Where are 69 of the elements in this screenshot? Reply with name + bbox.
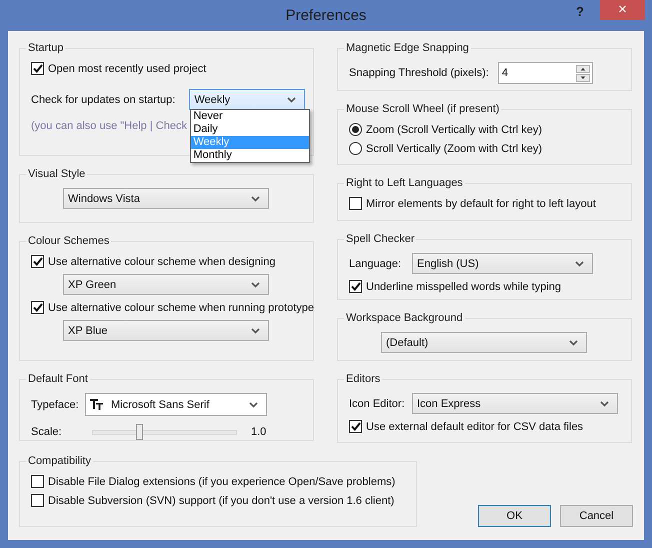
checkbox[interactable] <box>349 197 362 210</box>
checkbox[interactable] <box>349 280 362 293</box>
checkbox-label[interactable]: Underline misspelled words while typing <box>366 280 562 292</box>
field-label: Typeface: <box>31 398 80 410</box>
spin-up-button[interactable] <box>576 64 590 72</box>
dropdown[interactable]: Windows Vista <box>63 188 269 209</box>
checkbox-label[interactable]: Mirror elements by default for right to left layout <box>366 198 596 210</box>
checkbox[interactable] <box>349 420 362 433</box>
dropdown[interactable]: XP Green <box>63 274 269 295</box>
slider-value: 1.0 <box>251 426 266 438</box>
checkbox[interactable] <box>31 475 44 488</box>
chevron-down-icon <box>600 400 609 406</box>
checkbox[interactable] <box>31 62 44 75</box>
font-icon <box>90 399 103 410</box>
group-title: Workspace Background <box>345 312 464 324</box>
dialog-button[interactable]: Cancel <box>560 505 633 527</box>
dialog-button[interactable]: OK <box>478 505 551 527</box>
radio-button[interactable] <box>349 142 362 155</box>
dropdown[interactable]: Weekly <box>189 89 305 110</box>
dropdown[interactable]: Icon Express <box>412 393 618 414</box>
slider[interactable] <box>90 424 239 440</box>
chevron-down-icon <box>569 340 578 346</box>
dropdown-option[interactable]: Monthly <box>191 149 310 162</box>
chevron-down-icon <box>251 328 260 334</box>
spin-down-button[interactable] <box>576 74 590 82</box>
group-title: Visual Style <box>27 168 86 180</box>
field-label: Check for updates on startup: <box>31 94 176 106</box>
hint-text: (you can also use "Help | Check <box>31 120 187 132</box>
checkbox[interactable] <box>31 494 44 507</box>
dropdown[interactable]: (Default) <box>381 332 587 353</box>
window-title: Preferences <box>284 7 368 24</box>
group-title: Mouse Scroll Wheel (if present) <box>345 103 500 115</box>
field-label: Icon Editor: <box>349 398 406 410</box>
checkbox-label[interactable]: Open most recently used project <box>48 62 206 74</box>
group-title: Startup <box>27 42 64 54</box>
dropdown[interactable]: English (US) <box>412 253 593 274</box>
help-button[interactable]: ? <box>576 4 584 19</box>
checkbox-label[interactable]: Disable Subversion (SVN) support (if you don't use a version 1.6 client) <box>48 494 394 506</box>
group-title: Default Font <box>27 373 89 385</box>
field-label: Scale: <box>31 426 63 438</box>
checkbox-label[interactable]: Use alternative colour scheme when running prototype <box>48 302 314 314</box>
radio-button[interactable] <box>349 123 362 136</box>
dropdown-option[interactable]: Daily <box>191 123 310 136</box>
chevron-down-icon <box>249 402 258 408</box>
group-title: Spell Checker <box>345 233 416 245</box>
radio-label[interactable]: Scroll Vertically (Zoom with Ctrl key) <box>366 142 542 154</box>
checkbox[interactable] <box>31 255 44 268</box>
chevron-down-icon <box>287 96 296 102</box>
dropdown[interactable]: XP Blue <box>63 320 269 341</box>
dropdown[interactable]: Microsoft Sans Serif <box>85 393 267 416</box>
field-label: Language: <box>349 258 402 270</box>
chevron-down-icon <box>575 260 584 266</box>
checkbox[interactable] <box>31 301 44 314</box>
group-title: Colour Schemes <box>27 235 110 247</box>
group-title: Compatibility <box>27 455 92 467</box>
field-label: Snapping Threshold (pixels): <box>349 67 489 79</box>
group-title: Editors <box>345 373 382 385</box>
checkbox-label[interactable]: Disable File Dialog extensions (if you experience Open/Save problems) <box>48 476 396 488</box>
group-title: Magnetic Edge Snapping <box>345 42 470 54</box>
checkbox-label[interactable]: Use alternative colour scheme when designing <box>48 256 276 268</box>
checkbox-label[interactable]: Use external default editor for CSV data files <box>366 420 584 432</box>
close-button[interactable]: × <box>600 0 645 20</box>
slider-thumb[interactable] <box>136 424 143 440</box>
group-title: Right to Left Languages <box>345 177 464 189</box>
radio-label[interactable]: Zoom (Scroll Vertically with Ctrl key) <box>366 124 542 136</box>
spin-field[interactable]: 4 <box>498 62 593 84</box>
chevron-down-icon <box>251 196 260 202</box>
dropdown-option[interactable]: Never <box>191 110 310 123</box>
chevron-down-icon <box>251 282 260 288</box>
